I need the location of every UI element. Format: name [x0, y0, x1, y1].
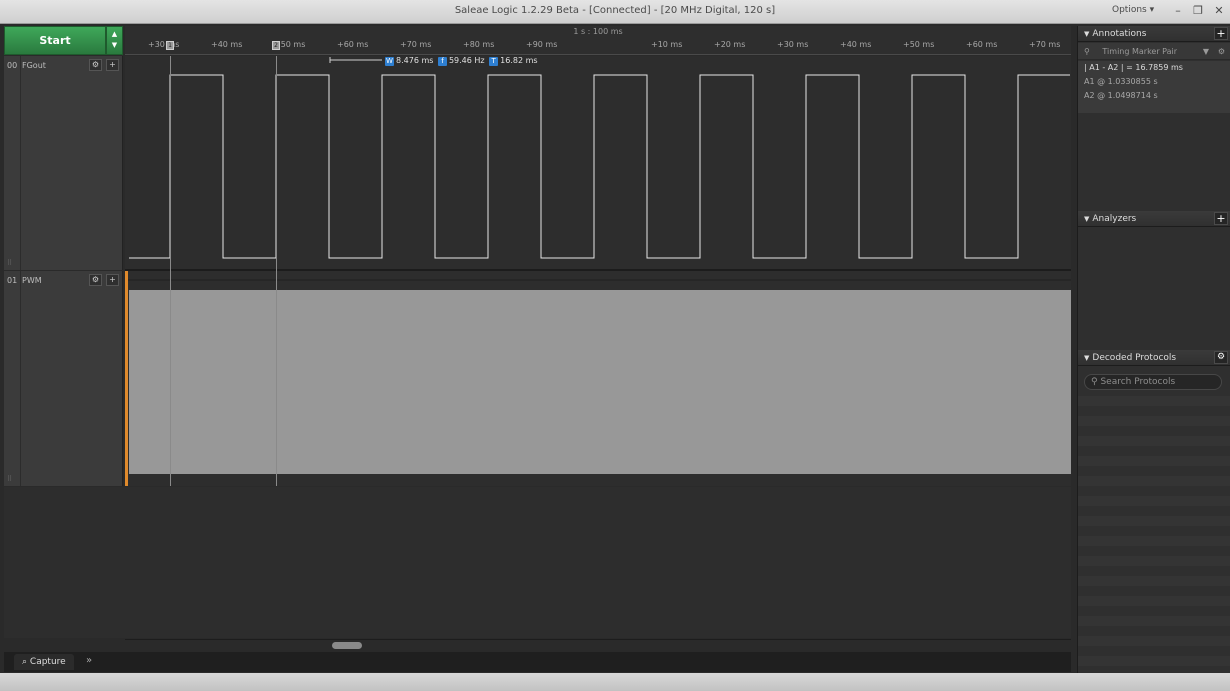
tick-label: +80 ms: [463, 40, 495, 49]
measurement-readout: W 8.476 ms f 59.46 Hz T 16.82 ms: [383, 56, 538, 68]
trigger-marker: [125, 271, 128, 486]
channel-number: 00: [7, 61, 18, 70]
annotation-values: | A1 - A2 | = 16.7859 ms A1 @ 1.0330855 …: [1078, 61, 1230, 113]
decoded-protocols-title: Decoded Protocols: [1092, 353, 1177, 363]
a1-line: A1 @ 1.0330855 s: [1084, 77, 1158, 86]
start-options-arrows[interactable]: ▲ ▼: [106, 26, 123, 55]
scrollbar-thumb[interactable]: [332, 642, 362, 649]
gear-icon[interactable]: ⚙: [1218, 43, 1225, 60]
frequency-value: 59.46 Hz: [448, 56, 485, 65]
channel-divider: [20, 56, 21, 270]
analyzers-title: Analyzers: [1092, 214, 1137, 224]
waveform-area[interactable]: W 8.476 ms f 59.46 Hz T 16.82 ms: [125, 56, 1071, 486]
collapse-triangle-icon[interactable]: ▼: [1084, 215, 1089, 223]
more-tabs-icon[interactable]: »: [86, 655, 92, 666]
tick-label: +90 ms: [526, 40, 558, 49]
a2-line: A2 @ 1.0498714 s: [1084, 91, 1158, 100]
ruler-scale-label: 1 s : 100 ms: [573, 27, 623, 36]
resize-grip-icon[interactable]: ⠿: [7, 475, 12, 483]
window-title: Saleae Logic 1.2.29 Beta - [Connected] -…: [454, 5, 776, 16]
period-badge: T: [489, 57, 499, 66]
bottom-tab-bar: ⌕ Capture »: [4, 652, 1071, 672]
waveform-canvas: [125, 56, 1071, 486]
annotations-title: Annotations: [1092, 29, 1147, 39]
gear-icon[interactable]: ⚙: [89, 59, 102, 71]
timing-marker-row[interactable]: ⚲ Timing Marker Pair ▼ ⚙: [1078, 43, 1230, 60]
fgout-signal-trace: [129, 74, 1070, 259]
tick-label: +40 ms: [840, 40, 872, 49]
timing-marker-label: Timing Marker Pair: [1102, 47, 1178, 56]
tick-label: +60 ms: [337, 40, 369, 49]
search-protocols-input[interactable]: ⚲ Search Protocols: [1084, 374, 1222, 390]
horizontal-scrollbar[interactable]: [125, 639, 1071, 650]
period-value: 16.82 ms: [500, 56, 538, 65]
title-bar: Saleae Logic 1.2.29 Beta - [Connected] -…: [0, 0, 1230, 24]
chevron-down-icon[interactable]: ▼: [107, 40, 122, 51]
ruler-ticks: +30 ms +40 ms +50 ms +60 ms +70 ms +80 m…: [125, 40, 1071, 54]
start-button[interactable]: Start: [4, 26, 106, 55]
tab-capture[interactable]: ⌕ Capture: [14, 654, 74, 670]
search-placeholder: Search Protocols: [1100, 377, 1176, 387]
capture-icon: ⌕: [22, 657, 30, 667]
width-value: 8.476 ms: [396, 56, 434, 65]
channel-number: 01: [7, 276, 18, 285]
marker-a1-flag[interactable]: A11: [166, 41, 174, 50]
tick-label: +50 ms: [903, 40, 935, 49]
tick-label: +70 ms: [400, 40, 432, 49]
minimize-icon[interactable]: –: [1170, 3, 1186, 19]
gear-icon[interactable]: ⚙: [1214, 351, 1228, 364]
tick-label: +70 ms: [1029, 40, 1061, 49]
channel-name[interactable]: FGout: [22, 61, 46, 70]
tab-capture-label: Capture: [29, 657, 66, 667]
annotations-header[interactable]: ▼ Annotations +: [1078, 26, 1230, 42]
resize-grip-icon[interactable]: ⠿: [7, 259, 12, 267]
app-window: Saleae Logic 1.2.29 Beta - [Connected] -…: [0, 0, 1230, 691]
tick-label: +10 ms: [651, 40, 683, 49]
pwm-signal-block: [129, 290, 1071, 474]
width-badge: W: [385, 57, 394, 66]
empty-channel-area: [4, 487, 1071, 638]
add-analyzer-icon[interactable]: +: [106, 59, 119, 71]
tick-label: +60 ms: [966, 40, 998, 49]
channel-panel-fgout[interactable]: 00 FGout ⚙ + ⠿: [4, 56, 123, 270]
analyzers-header[interactable]: ▼ Analyzers +: [1078, 211, 1230, 227]
time-ruler[interactable]: 1 s : 100 ms +30 ms +40 ms +50 ms +60 ms…: [125, 26, 1071, 55]
tick-label: +30 ms: [148, 40, 180, 49]
decoded-protocols-header[interactable]: ▼ Decoded Protocols ⚙: [1078, 350, 1230, 366]
decoded-protocols-list[interactable]: [1078, 396, 1230, 673]
collapse-triangle-icon[interactable]: ▼: [1084, 354, 1089, 362]
restore-icon[interactable]: ❐: [1190, 3, 1206, 19]
tick-label: +20 ms: [714, 40, 746, 49]
side-panel: ▼ Annotations + ⚲ Timing Marker Pair ▼ ⚙ …: [1077, 26, 1230, 673]
gear-icon[interactable]: ⚙: [89, 274, 102, 286]
add-analyzer-button[interactable]: +: [1214, 212, 1228, 225]
channel-name[interactable]: PWM: [22, 276, 42, 285]
chevron-down-icon[interactable]: ▼: [1203, 43, 1209, 60]
collapse-triangle-icon[interactable]: ▼: [1084, 30, 1089, 38]
close-icon[interactable]: ✕: [1211, 3, 1227, 19]
tick-label: +40 ms: [211, 40, 243, 49]
chevron-up-icon[interactable]: ▲: [107, 29, 122, 40]
channel-panel-pwm[interactable]: 01 PWM ⚙ + ⠿: [4, 271, 123, 486]
marker-a2-flag[interactable]: A22: [272, 41, 280, 50]
options-menu[interactable]: Options ▾: [1112, 5, 1154, 15]
tick-label: +30 ms: [777, 40, 809, 49]
delta-line: | A1 - A2 | = 16.7859 ms: [1084, 63, 1183, 72]
pin-icon: ⚲: [1084, 47, 1090, 56]
frequency-badge: f: [437, 57, 447, 66]
add-annotation-button[interactable]: +: [1214, 27, 1228, 40]
channel-divider: [20, 271, 21, 486]
status-bar: [0, 673, 1230, 691]
add-analyzer-icon[interactable]: +: [106, 274, 119, 286]
